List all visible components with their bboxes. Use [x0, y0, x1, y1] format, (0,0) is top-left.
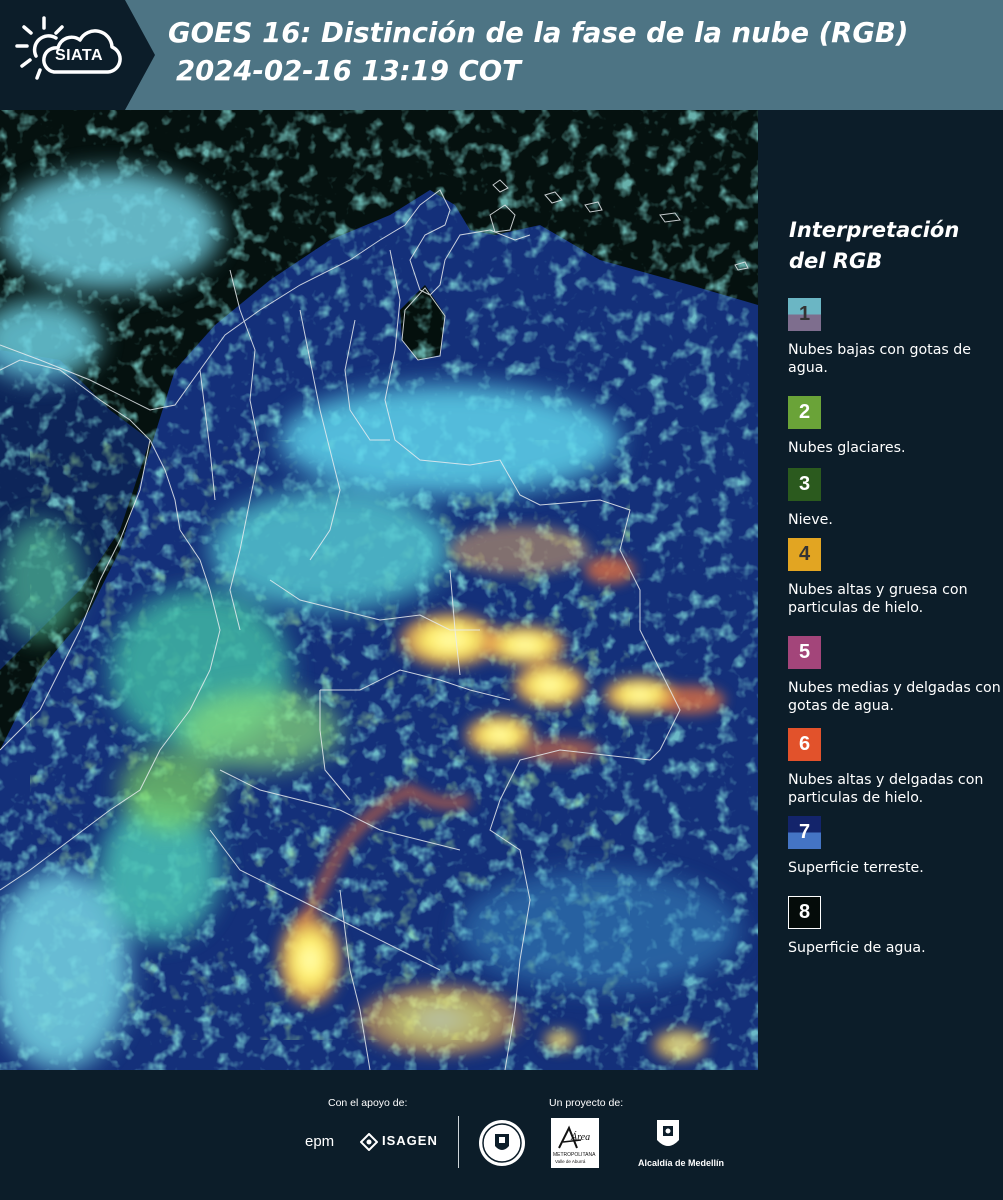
- legend-label: Nubes medias y delgadas con gotas de agu…: [788, 680, 1001, 714]
- legend-title-line1: Interpretación: [789, 218, 960, 242]
- legend-item: 1 Nubes bajas con gotas de agua.: [788, 298, 1003, 377]
- legend-number: 1: [798, 303, 811, 325]
- legend-label: Nieve.: [788, 512, 833, 528]
- valle-text: Valle de Aburrá: [555, 1159, 586, 1164]
- siata-logo[interactable]: SIATA: [0, 0, 155, 110]
- legend-label: Nubes bajas con gotas de agua.: [788, 342, 972, 376]
- header-bar: SIATA GOES 16: Distinción de la fase de …: [0, 0, 1003, 110]
- legend-swatch: 5: [788, 636, 821, 669]
- title-timestamp: 2024-02-16 13:19 COT: [176, 55, 521, 87]
- legend-item: 4 Nubes altas y gruesa con particulas de …: [788, 538, 1003, 617]
- isagen-logo-text: ISAGEN: [382, 1133, 438, 1148]
- legend-item: 3 Nieve.: [788, 468, 1003, 529]
- legend-item: 7 Superficie terreste.: [788, 816, 1003, 877]
- alcaldia-logo[interactable]: Alcaldía de Medellín: [638, 1118, 725, 1170]
- footer-divider: [458, 1116, 459, 1168]
- medellin-shield-icon: [657, 1120, 679, 1146]
- legend-number: 8: [798, 901, 811, 923]
- isagen-mark-icon: [360, 1133, 378, 1151]
- epm-logo[interactable]: epm: [305, 1131, 334, 1153]
- legend-swatch: 3: [788, 468, 821, 501]
- legend-swatch: 2: [788, 396, 821, 429]
- legend-number: 3: [798, 473, 811, 495]
- legend-swatch: 7: [788, 816, 821, 849]
- legend-number: 2: [798, 401, 811, 423]
- page-title: GOES 16: Distinción de la fase de la nub…: [168, 14, 908, 90]
- area-logo-text: Área: [571, 1132, 591, 1143]
- metropolitana-text: METROPOLITANA: [553, 1152, 596, 1158]
- legend-swatch: 4: [788, 538, 821, 571]
- legend-label: Nubes altas y gruesa con particulas de h…: [788, 582, 968, 616]
- legend-label: Superficie terreste.: [788, 860, 924, 876]
- legend-item: 6 Nubes altas y delgadas con particulas d…: [788, 728, 1003, 807]
- legend-label: Nubes altas y delgadas con particulas de…: [788, 772, 984, 806]
- logo-text: SIATA: [54, 47, 104, 64]
- legend-number: 5: [798, 641, 811, 663]
- university-seal[interactable]: [478, 1118, 526, 1172]
- legend-item: 8 Superficie de agua.: [788, 896, 1003, 957]
- area-metropolitana-logo[interactable]: Área METROPOLITANA Valle de Aburrá: [551, 1118, 599, 1168]
- legend-number: 4: [798, 543, 811, 565]
- legend-title-line2: del RGB: [789, 249, 883, 273]
- project-caption: Un proyecto de:: [549, 1097, 624, 1109]
- title-product: GOES 16: Distinción de la fase de la nub…: [168, 17, 909, 49]
- epm-logo-text: epm: [305, 1133, 335, 1150]
- legend-title: Interpretación del RGB: [789, 215, 959, 277]
- legend-number: 6: [798, 733, 811, 755]
- legend-item: 5 Nubes medias y delgadas con gotas de ag…: [788, 636, 1003, 715]
- legend-panel: Interpretación del RGB 1 Nubes bajas con …: [760, 110, 1003, 1070]
- legend-swatch: 1: [788, 298, 821, 331]
- seal-icon: [479, 1120, 525, 1166]
- support-caption: Con el apoyo de:: [328, 1097, 408, 1109]
- rgb-composite-image: [0, 110, 758, 1070]
- alcaldia-logo-text: Alcaldía de Medellín: [638, 1158, 725, 1168]
- legend-label: Nubes glaciares.: [788, 440, 906, 456]
- legend-swatch: 6: [788, 728, 821, 761]
- satellite-map[interactable]: [0, 110, 758, 1070]
- legend-item: 2 Nubes glaciares.: [788, 396, 1003, 457]
- footer: Con el apoyo de: Un proyecto de: epm ISA…: [0, 1070, 1003, 1200]
- legend-number: 7: [798, 821, 811, 843]
- legend-label: Superficie de agua.: [788, 940, 926, 956]
- legend-swatch: 8: [788, 896, 821, 929]
